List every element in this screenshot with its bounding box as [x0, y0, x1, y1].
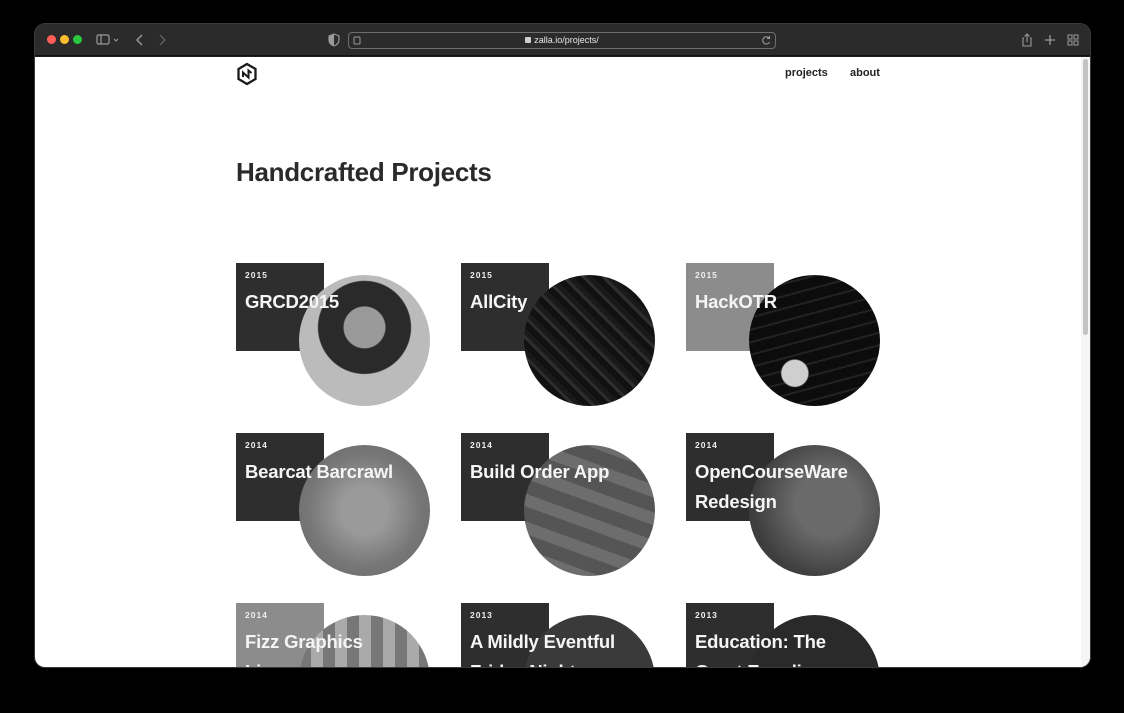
project-card[interactable]: 2014 Bearcat Barcrawl [236, 433, 431, 578]
browser-toolbar: zalla.io/projects/ [35, 24, 1090, 56]
nav-projects-link[interactable]: projects [785, 67, 828, 79]
project-year: 2014 [470, 440, 493, 450]
address-bar[interactable]: zalla.io/projects/ [348, 32, 776, 49]
project-card[interactable]: 2014 Build Order App [461, 433, 656, 578]
project-card[interactable]: 2014 Fizz Graphics Li... [236, 603, 431, 667]
project-card[interactable]: 2014 OpenCourseWare Redesign [686, 433, 881, 578]
project-year: 2013 [470, 610, 493, 620]
minimize-window-button[interactable] [60, 35, 69, 44]
new-tab-icon[interactable] [1043, 31, 1057, 49]
project-card[interactable]: 2013 Education: The Great Equali... [686, 603, 881, 667]
project-title: Bearcat Barcrawl [245, 461, 393, 482]
reload-icon[interactable] [760, 33, 772, 48]
back-icon[interactable] [133, 31, 147, 49]
url-text: zalla.io/projects/ [349, 33, 775, 48]
url-value: zalla.io/projects/ [534, 35, 599, 45]
project-title: Education: The Great Equali... [695, 631, 826, 667]
project-title: OpenCourseWare Redesign [695, 461, 848, 512]
project-card[interactable]: 2013 A Mildly Eventful Friday Night [461, 603, 656, 667]
sidebar-toggle-icon[interactable] [95, 31, 121, 49]
project-title: A Mildly Eventful Friday Night [470, 631, 615, 667]
project-title: HackOTR [695, 291, 777, 312]
site-logo-icon[interactable] [236, 62, 258, 86]
share-icon[interactable] [1020, 31, 1034, 49]
project-year: 2014 [245, 610, 268, 620]
project-year: 2014 [245, 440, 268, 450]
tab-overview-icon[interactable] [1066, 31, 1080, 49]
project-year: 2014 [695, 440, 718, 450]
project-year: 2015 [470, 270, 493, 280]
page-viewport: projects about Handcrafted Projects 2015… [35, 57, 1090, 667]
project-title: Fizz Graphics Li... [245, 631, 363, 667]
project-year: 2015 [245, 270, 268, 280]
project-card[interactable]: 2015 AllCity [461, 263, 656, 408]
project-year: 2015 [695, 270, 718, 280]
forward-icon[interactable] [155, 31, 169, 49]
lock-icon [525, 37, 532, 43]
project-year: 2013 [695, 610, 718, 620]
zoom-window-button[interactable] [73, 35, 82, 44]
privacy-shield-icon[interactable] [327, 31, 341, 49]
browser-window: zalla.io/projects/ projects about Handcr [35, 24, 1090, 667]
scrollbar-track[interactable] [1081, 57, 1090, 667]
project-title: GRCD2015 [245, 291, 340, 312]
scrollbar-thumb[interactable] [1083, 59, 1088, 335]
nav-about-link[interactable]: about [850, 67, 880, 79]
project-title: AllCity [470, 291, 528, 312]
project-card[interactable]: 2015 HackOTR [686, 263, 881, 408]
project-card[interactable]: 2015 GRCD2015 [236, 263, 431, 408]
close-window-button[interactable] [47, 35, 56, 44]
project-title: Build Order App [470, 461, 610, 482]
page-title: Handcrafted Projects [236, 157, 492, 187]
